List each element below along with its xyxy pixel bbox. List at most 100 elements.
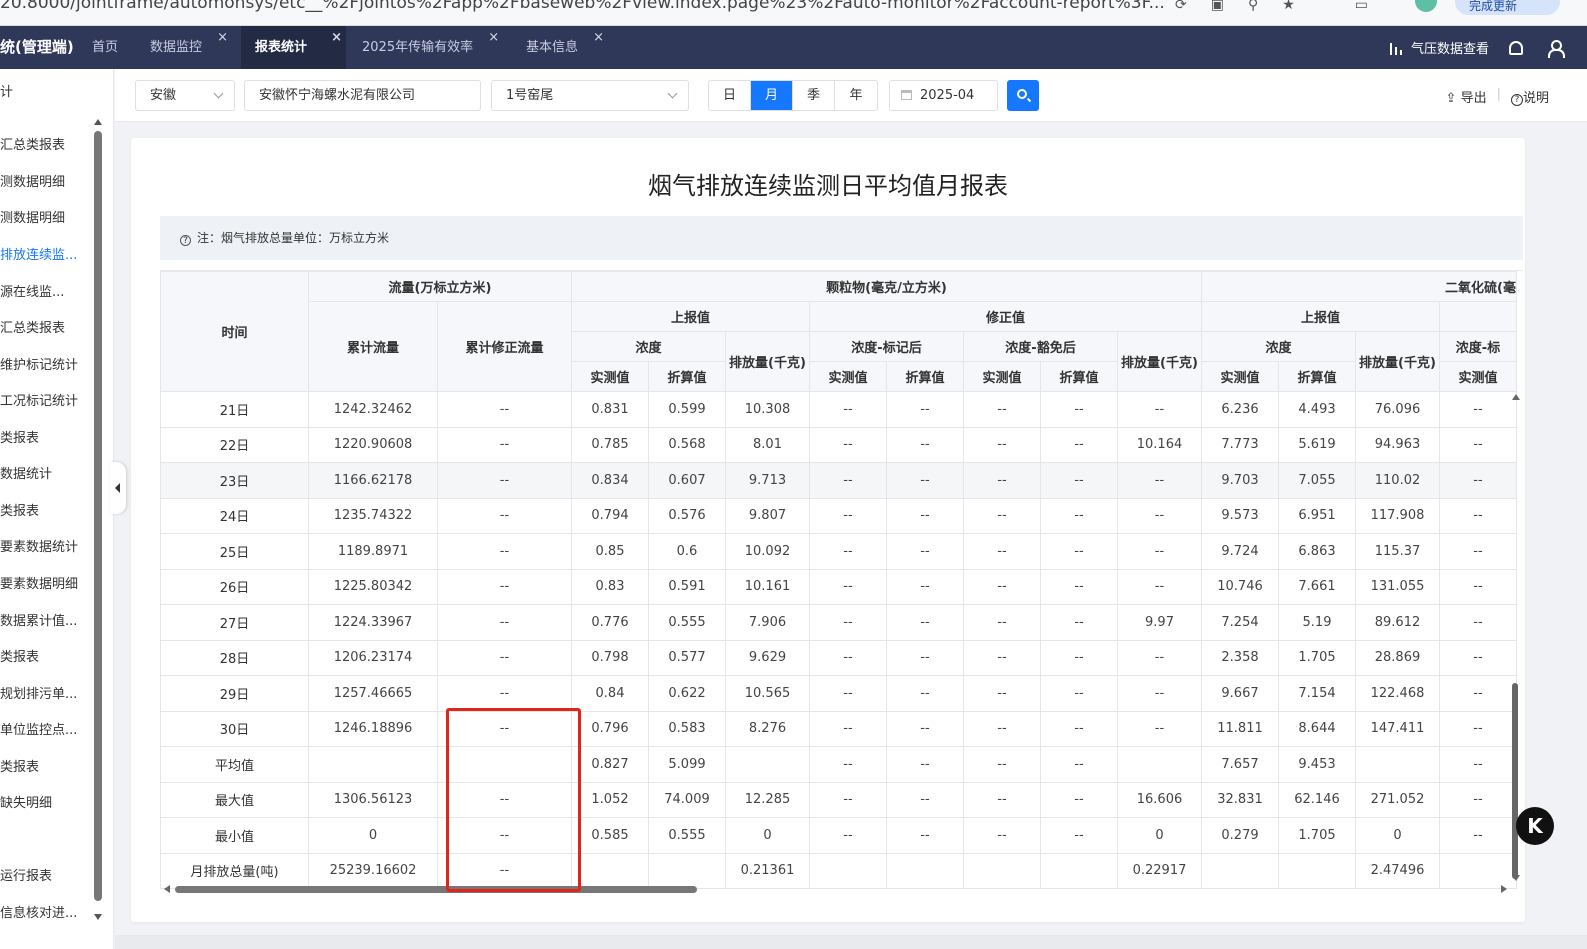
table-row: 21日 1242.32462 -- 0.831 0.599 10.308 -- -- -- -- -… xyxy=(160,391,1517,428)
table-scroll-down-icon[interactable] xyxy=(1512,875,1520,881)
table-scroll-right-icon[interactable] xyxy=(1501,885,1507,893)
table-cell xyxy=(809,852,887,889)
period-quarter-button[interactable]: 季 xyxy=(793,81,835,110)
pressure-data-button[interactable]: 气压数据查看 xyxy=(1389,38,1489,57)
tab-home[interactable]: 首页 xyxy=(78,26,132,69)
table-cell: -- xyxy=(1040,710,1118,747)
tab-close-icon[interactable]: × xyxy=(593,16,604,59)
table-cell: 7.154 xyxy=(1278,675,1356,712)
chevron-down-icon xyxy=(213,88,224,99)
sidebar-item[interactable]: 源在线监... xyxy=(0,281,90,301)
province-select[interactable]: 安徽 xyxy=(135,80,235,111)
table-cell: -- xyxy=(437,462,572,499)
sidebar-item[interactable]: 运行报表 xyxy=(0,865,90,885)
sidebar-item[interactable]: 类报表 xyxy=(0,500,90,520)
period-day-button[interactable]: 日 xyxy=(709,81,751,110)
tab-label: 数据监控 xyxy=(150,40,203,55)
header-cum-corr-flow: 累计修正流量 xyxy=(437,301,572,392)
sidebar-item[interactable]: 数据累计值... xyxy=(0,610,90,630)
table-scroll-left-icon[interactable] xyxy=(164,885,170,893)
sidebar-scroll-down-icon[interactable] xyxy=(94,914,102,920)
bookmark-star-icon[interactable]: ★ xyxy=(1282,0,1295,14)
table-cell: -- xyxy=(1040,426,1118,463)
table-vertical-scrollbar[interactable] xyxy=(1512,683,1518,879)
table-horizontal-scrollbar[interactable] xyxy=(175,886,697,893)
row-time-cell: 月排放总量(吨) xyxy=(160,852,309,889)
period-month-button[interactable]: 月 xyxy=(751,81,793,110)
table-cell: -- xyxy=(809,675,887,712)
sidebar-scroll-up-icon[interactable] xyxy=(94,119,102,125)
sidebar-item[interactable]: 维护标记统计 xyxy=(0,354,90,374)
search-button[interactable] xyxy=(1007,80,1039,111)
row-time-cell: 29日 xyxy=(160,675,309,712)
table-cell: -- xyxy=(437,675,572,712)
table-cell: 7.657 xyxy=(1201,746,1279,783)
table-cell: 0.785 xyxy=(571,426,649,463)
table-cell: -- xyxy=(1040,781,1118,818)
sidebar-item[interactable]: 数据统计 xyxy=(0,463,90,483)
sidebar-item[interactable]: 汇总类报表 xyxy=(0,134,90,154)
sidebar-scrollbar[interactable] xyxy=(94,131,102,901)
top-navigation: 统(管理端) 首页 数据监控 × 报表统计 × 2025年传输有效率 × 基本信息 × … xyxy=(0,26,1587,69)
sidebar-item[interactable]: 信息核对进... xyxy=(0,902,90,922)
table-cell: 5.619 xyxy=(1278,426,1356,463)
row-time-cell: 21日 xyxy=(160,391,309,428)
table-cell: -- xyxy=(437,568,572,605)
sidebar-item[interactable]: 测数据明细 xyxy=(0,171,90,191)
floating-assistant-button[interactable]: K xyxy=(1516,807,1554,845)
screenshot-icon[interactable]: ▣ xyxy=(1211,0,1224,14)
window-icon[interactable]: ▭ xyxy=(1355,0,1368,14)
table-cell: 1166.62178 xyxy=(308,462,438,499)
sidebar-item[interactable]: 类报表 xyxy=(0,646,90,666)
header-so2-converted: 折算值 xyxy=(1278,361,1356,392)
export-button[interactable]: ⇪ 导出 xyxy=(1446,87,1487,106)
translate-icon[interactable]: ⟳ xyxy=(1175,0,1187,14)
sidebar-item[interactable]: 单位监控点... xyxy=(0,719,90,739)
sidebar-item[interactable]: 规划排污单... xyxy=(0,683,90,703)
bell-icon[interactable] xyxy=(1509,40,1523,55)
company-select[interactable]: 安徽怀宁海螺水泥有限公司 xyxy=(244,80,481,111)
table-cell: -- xyxy=(437,817,572,854)
tab-data-monitor[interactable]: 数据监控 × xyxy=(136,26,232,69)
sidebar-item[interactable]: 测数据明细 xyxy=(0,207,90,227)
sidebar-item-active[interactable]: 排放连续监... xyxy=(0,244,90,264)
sidebar-item[interactable]: 要素数据明细 xyxy=(0,573,90,593)
row-time-cell: 26日 xyxy=(160,568,309,605)
table-cell: 0.84 xyxy=(571,675,649,712)
table-cell: -- xyxy=(1439,533,1517,570)
zoom-icon[interactable]: ⚲ xyxy=(1248,0,1258,14)
tab-report-statistics[interactable]: 报表统计 × xyxy=(241,26,346,69)
table-cell: -- xyxy=(1117,497,1202,534)
table-cell xyxy=(308,746,438,783)
browser-update-button[interactable]: 完成更新 xyxy=(1455,0,1560,15)
table-scroll-up-icon[interactable] xyxy=(1512,394,1520,400)
sidebar-item[interactable]: 汇总类报表 xyxy=(0,317,90,337)
address-bar[interactable]: 20.8000/jointframe/automonsys/etc__%2Fjo… xyxy=(0,0,1165,13)
question-icon: ? xyxy=(180,235,191,246)
table-cell: 7.906 xyxy=(725,604,810,641)
tab-transmission-rate[interactable]: 2025年传输有效率 × xyxy=(348,26,503,69)
period-year-button[interactable]: 年 xyxy=(835,81,877,110)
tab-close-icon[interactable]: × xyxy=(488,16,499,59)
tab-close-icon[interactable]: × xyxy=(217,16,228,59)
table-row: 27日 1224.33967 -- 0.776 0.555 7.906 -- -- -- -- 9.… xyxy=(160,604,1517,641)
profile-avatar[interactable] xyxy=(1415,0,1437,12)
table-cell: -- xyxy=(963,497,1041,534)
user-icon[interactable] xyxy=(1547,39,1565,58)
table-cell: -- xyxy=(963,639,1041,676)
sidebar-item[interactable]: 类报表 xyxy=(0,756,90,776)
month-picker[interactable]: 2025-04 xyxy=(889,80,998,111)
help-button[interactable]: ? 说明 xyxy=(1510,87,1549,106)
table-cell: 1.705 xyxy=(1278,639,1356,676)
table-cell: 0.796 xyxy=(571,710,649,747)
tab-close-icon[interactable]: × xyxy=(331,16,342,59)
table-cell: 9.97 xyxy=(1117,604,1202,641)
table-row: 最大值 1306.56123 -- 1.052 74.009 12.285 -- -- -- --… xyxy=(160,781,1517,818)
sidebar-item[interactable]: 类报表 xyxy=(0,427,90,447)
sidebar-item[interactable]: 工况标记统计 xyxy=(0,390,90,410)
tab-basic-info[interactable]: 基本信息 × xyxy=(512,26,608,69)
sidebar-item[interactable]: 缺失明细 xyxy=(0,792,90,812)
sidebar-collapse-handle[interactable] xyxy=(110,462,126,514)
kiln-select[interactable]: 1号窑尾 xyxy=(491,80,689,111)
sidebar-item[interactable]: 要素数据统计 xyxy=(0,536,90,556)
